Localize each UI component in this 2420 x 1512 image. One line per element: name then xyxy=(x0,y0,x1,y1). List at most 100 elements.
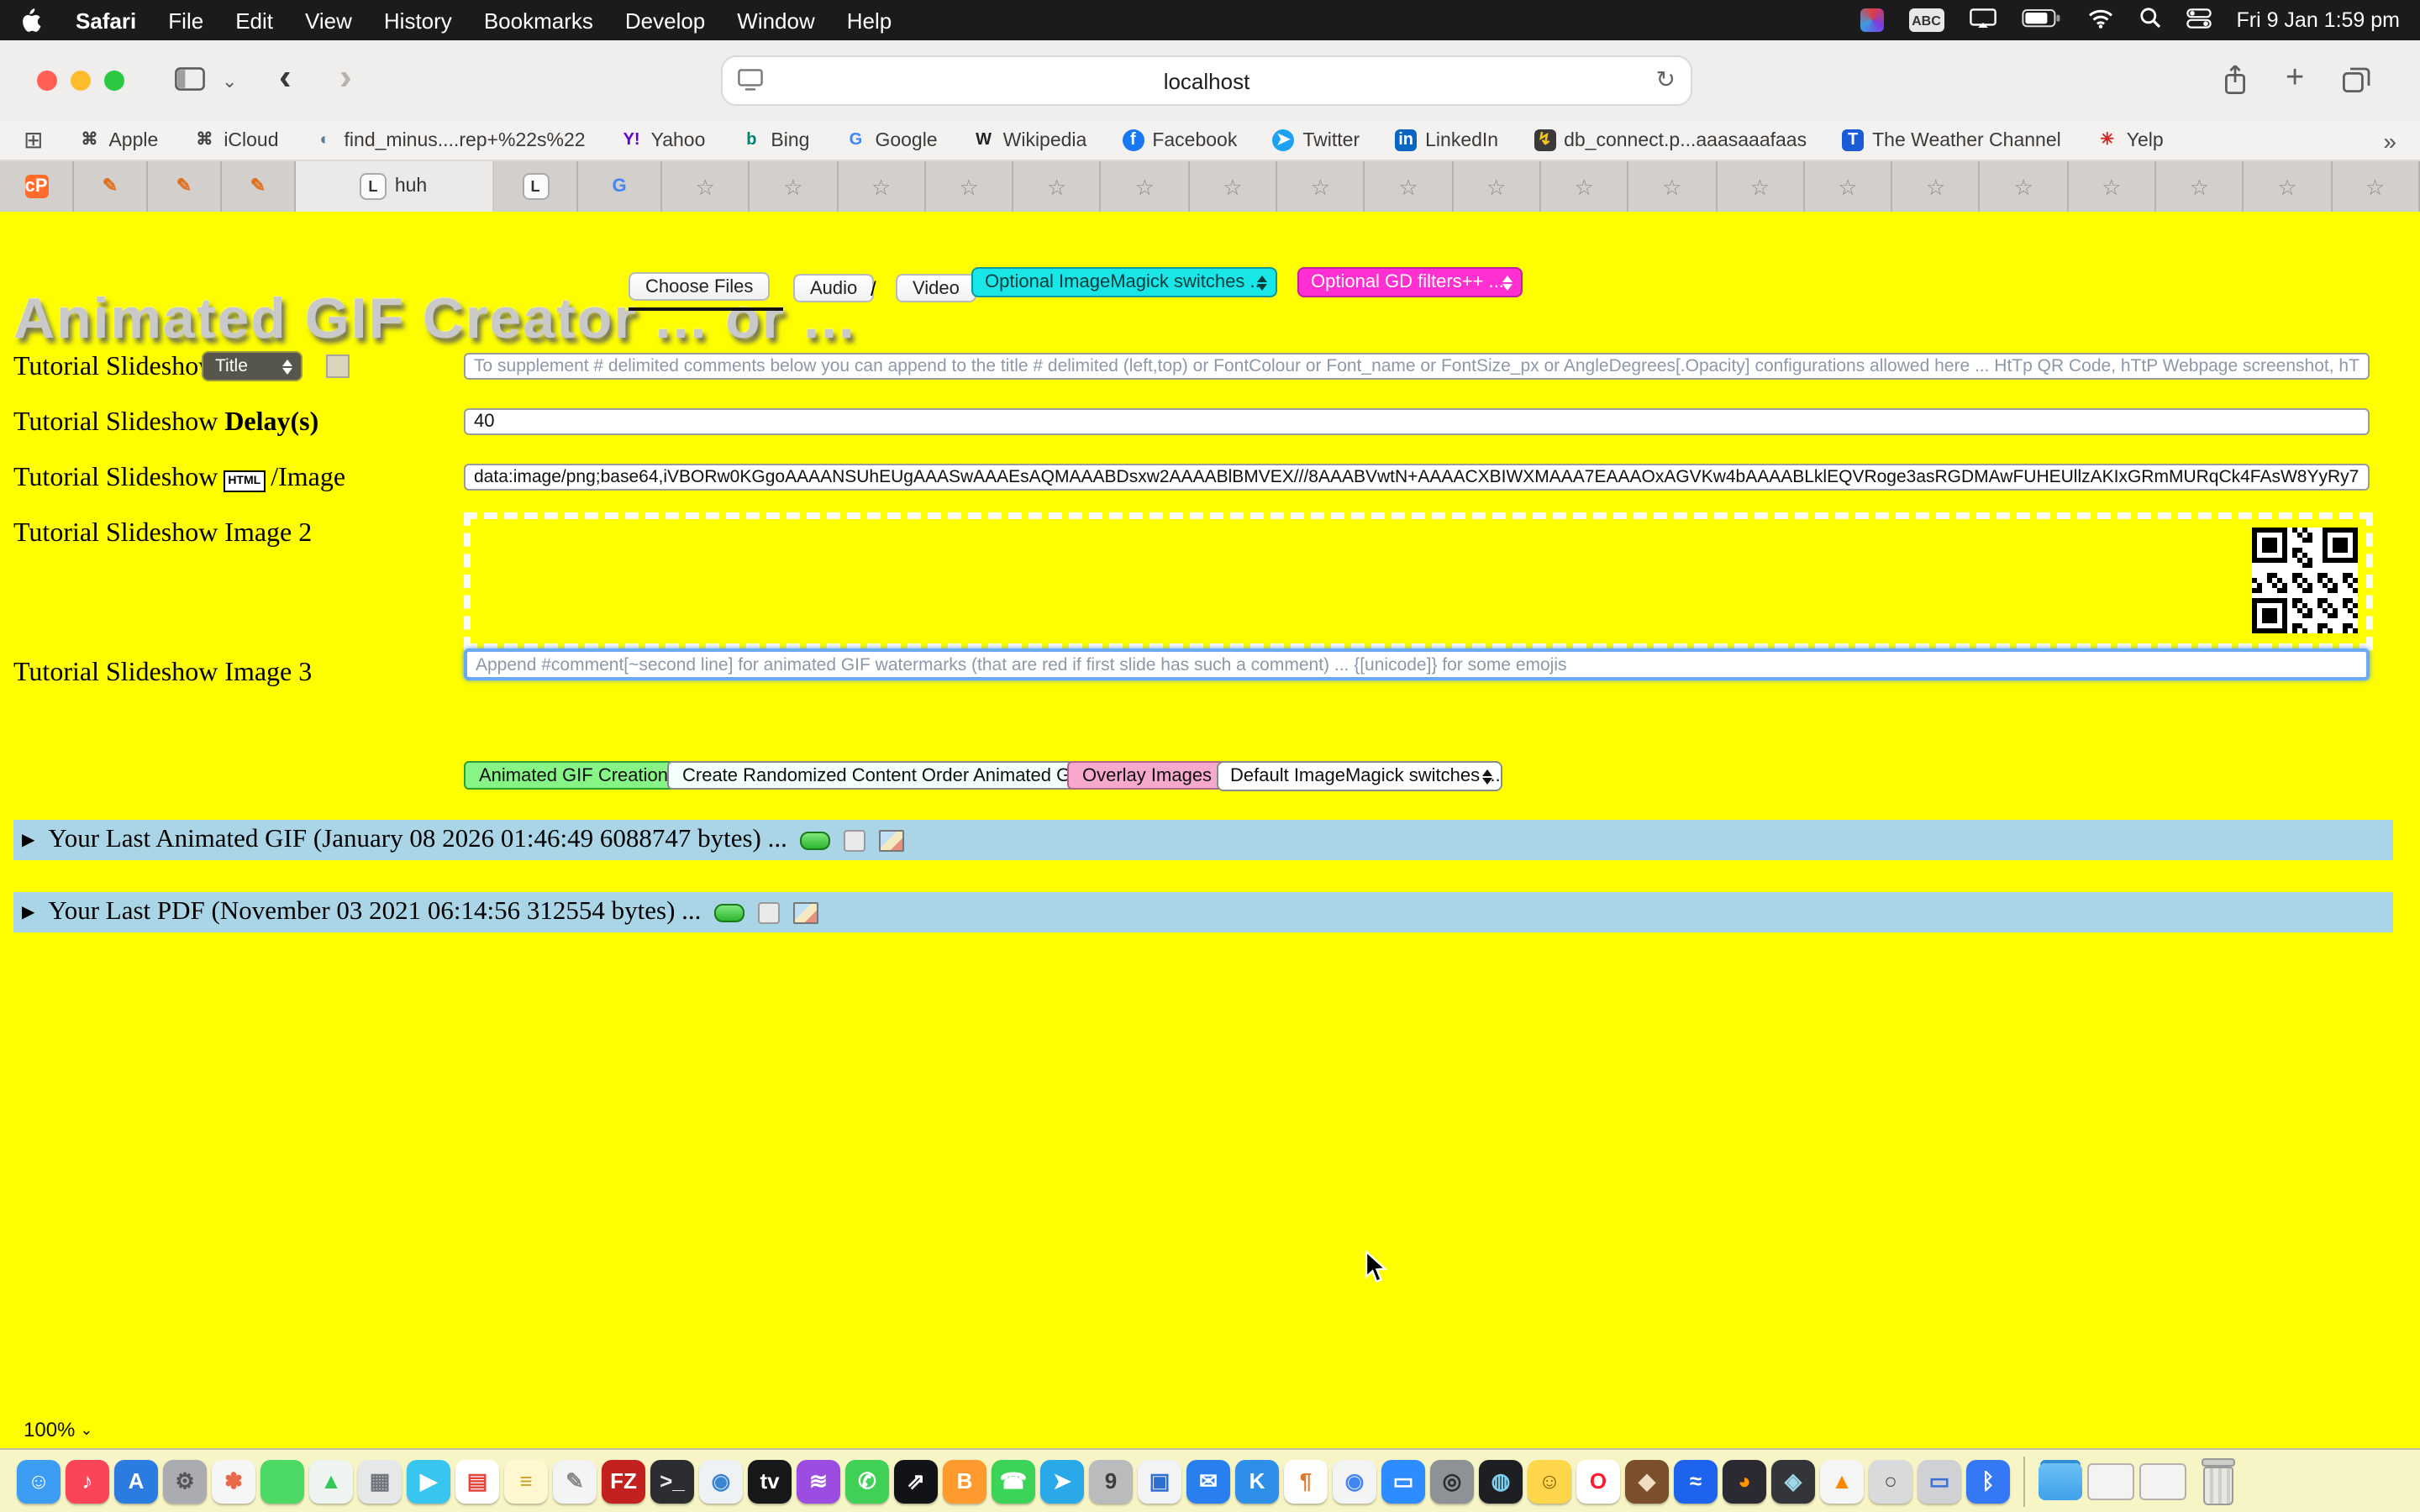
gd-filters-select[interactable]: Optional GD filters++ ... xyxy=(1297,267,1523,297)
minimize-window-button[interactable] xyxy=(71,71,91,91)
tab-empty[interactable]: ☆ xyxy=(1277,161,1365,212)
last-pdf-summary[interactable]: ▶ Your Last PDF (November 03 2021 06:14:… xyxy=(13,892,2393,932)
disclosure-triangle-icon[interactable]: ▶ xyxy=(22,903,34,921)
default-imagemagick-select[interactable]: Default ImageMagick switches ... xyxy=(1217,761,1502,791)
menu-view[interactable]: View xyxy=(305,8,352,33)
bookmark-find-minus[interactable]: ◐ find_minus....rep+%22s%22 xyxy=(314,129,586,151)
tab-google[interactable]: G xyxy=(578,161,662,212)
bookmark-facebook[interactable]: f Facebook xyxy=(1122,129,1237,151)
dock-app-9[interactable]: 9 xyxy=(1089,1459,1133,1503)
bookmark-linkedin[interactable]: in LinkedIn xyxy=(1395,129,1498,151)
zoom-indicator[interactable]: 100% ⌄ xyxy=(24,1418,93,1441)
dock-music[interactable]: ♪ xyxy=(66,1459,109,1503)
screen-mirroring-icon[interactable] xyxy=(1969,8,1996,33)
control-center-icon[interactable] xyxy=(2186,8,2211,33)
bookmark-bing[interactable]: b Bing xyxy=(740,129,809,151)
back-button[interactable]: ‹ xyxy=(279,59,292,96)
tab-site-2[interactable]: ✎ xyxy=(148,161,222,212)
tab-empty[interactable]: ☆ xyxy=(1629,161,1718,212)
tab-group-chevron-icon[interactable]: ⌄ xyxy=(222,71,237,92)
menu-history[interactable]: History xyxy=(384,8,452,33)
gif-pill-icon[interactable] xyxy=(801,831,831,849)
bookmark-google[interactable]: G Google xyxy=(844,129,937,151)
video-button[interactable]: Video xyxy=(896,274,976,302)
dock-facetime[interactable]: ✆ xyxy=(845,1459,889,1503)
audio-button[interactable]: Audio xyxy=(793,274,874,302)
menu-file[interactable]: File xyxy=(168,8,203,33)
bookmark-weather-channel[interactable]: T The Weather Channel xyxy=(1842,129,2061,151)
input-source-icon[interactable]: ABC xyxy=(1908,8,1944,32)
title-comment-input[interactable] xyxy=(464,353,2370,380)
share-icon[interactable] xyxy=(2222,64,2249,104)
zoom-window-button[interactable] xyxy=(104,71,124,91)
tab-empty[interactable]: ☆ xyxy=(1365,161,1454,212)
minimized-window[interactable] xyxy=(2139,1462,2186,1499)
copy-mini-button[interactable] xyxy=(758,901,780,923)
close-window-button[interactable] xyxy=(37,71,57,91)
tab-empty[interactable]: ☆ xyxy=(1892,161,1981,212)
tab-empty[interactable]: ☆ xyxy=(2332,161,2420,212)
apple-menu-icon[interactable] xyxy=(20,8,42,33)
bookmark-wikipedia[interactable]: W Wikipedia xyxy=(973,129,1087,151)
dock-bluetooth[interactable]: ᛒ xyxy=(1966,1459,2010,1503)
dock-keynote[interactable]: K xyxy=(1235,1459,1279,1503)
copy-mini-button[interactable] xyxy=(844,829,866,851)
dock-tv[interactable]: tv xyxy=(748,1459,792,1503)
overlay-images-button[interactable]: Overlay Images xyxy=(1067,761,1227,790)
delay-input[interactable] xyxy=(464,408,2370,435)
reload-icon[interactable]: ↻ xyxy=(1656,66,1676,94)
page-settings-icon[interactable] xyxy=(738,69,763,96)
tab-empty[interactable]: ☆ xyxy=(1102,161,1190,212)
dock-podcasts[interactable]: ≋ xyxy=(797,1459,840,1503)
dock-maps[interactable]: ▲ xyxy=(309,1459,353,1503)
dock-camera[interactable]: ◎ xyxy=(1430,1459,1474,1503)
image2-dropzone[interactable] xyxy=(464,512,2373,650)
dock-magnifier[interactable]: ○ xyxy=(1869,1459,1912,1503)
bookmarks-overflow-icon[interactable]: » xyxy=(2383,127,2396,154)
dock-vlc[interactable]: ▲ xyxy=(1820,1459,1864,1503)
image3-input[interactable] xyxy=(464,648,2370,680)
sidebar-toggle-icon[interactable] xyxy=(175,67,205,99)
dock-notes[interactable]: ≡ xyxy=(504,1459,548,1503)
dock-docker[interactable]: ≈ xyxy=(1674,1459,1718,1503)
tab-empty[interactable]: ☆ xyxy=(750,161,839,212)
dock-quicktime[interactable]: ▶ xyxy=(407,1459,450,1503)
imagemagick-switches-select[interactable]: Optional ImageMagick switches ... xyxy=(971,267,1277,297)
disclosure-triangle-icon[interactable]: ▶ xyxy=(22,831,34,849)
dock-app-store[interactable]: A xyxy=(114,1459,158,1503)
dock-terminal[interactable]: >_ xyxy=(650,1459,694,1503)
dock-filezilla[interactable]: FZ xyxy=(602,1459,645,1503)
tab-empty[interactable]: ☆ xyxy=(926,161,1014,212)
bookmark-yahoo[interactable]: Y! Yahoo xyxy=(621,129,706,151)
choose-files-button[interactable]: Choose Files xyxy=(629,272,770,301)
tab-empty[interactable]: ☆ xyxy=(1981,161,2069,212)
pdf-pill-icon[interactable] xyxy=(714,903,744,921)
bookmark-yelp[interactable]: ✳ Yelp xyxy=(2096,129,2164,151)
tab-empty[interactable]: ☆ xyxy=(1453,161,1541,212)
menu-develop[interactable]: Develop xyxy=(625,8,705,33)
tab-l[interactable]: L xyxy=(494,161,578,212)
tab-empty[interactable]: ☆ xyxy=(2156,161,2244,212)
spotlight-search-icon[interactable] xyxy=(2139,7,2160,34)
dock-photos[interactable]: ✽ xyxy=(212,1459,255,1503)
animated-gif-creation-button[interactable]: Animated GIF Creation xyxy=(464,761,683,790)
dock-opera[interactable]: O xyxy=(1576,1459,1620,1503)
dock-preview[interactable]: ◉ xyxy=(699,1459,743,1503)
dock-phone[interactable]: ☎ xyxy=(992,1459,1035,1503)
dock-app-brown[interactable]: ◆ xyxy=(1625,1459,1669,1503)
dock-system-settings[interactable]: ⚙ xyxy=(163,1459,207,1503)
bookmark-twitter[interactable]: ➤ Twitter xyxy=(1272,129,1360,151)
randomized-gif-button[interactable]: Create Randomized Content Order Animated… xyxy=(667,761,1102,790)
tab-empty[interactable]: ☆ xyxy=(1717,161,1805,212)
bookmark-icloud[interactable]: ⌘ iCloud xyxy=(193,129,278,151)
menu-edit[interactable]: Edit xyxy=(235,8,273,33)
menu-help[interactable]: Help xyxy=(847,8,892,33)
title-swatch-box[interactable] xyxy=(326,354,350,378)
forward-button[interactable]: › xyxy=(339,59,352,96)
tab-empty[interactable]: ☆ xyxy=(1190,161,1278,212)
address-bar[interactable]: localhost ↻ xyxy=(723,57,1691,104)
bookmark-db-connect[interactable]: ↯ db_connect.p...aaasaaafaas xyxy=(1534,129,1807,151)
wifi-icon[interactable] xyxy=(2086,8,2113,33)
tab-empty[interactable]: ☆ xyxy=(2244,161,2333,212)
tab-empty[interactable]: ☆ xyxy=(838,161,926,212)
